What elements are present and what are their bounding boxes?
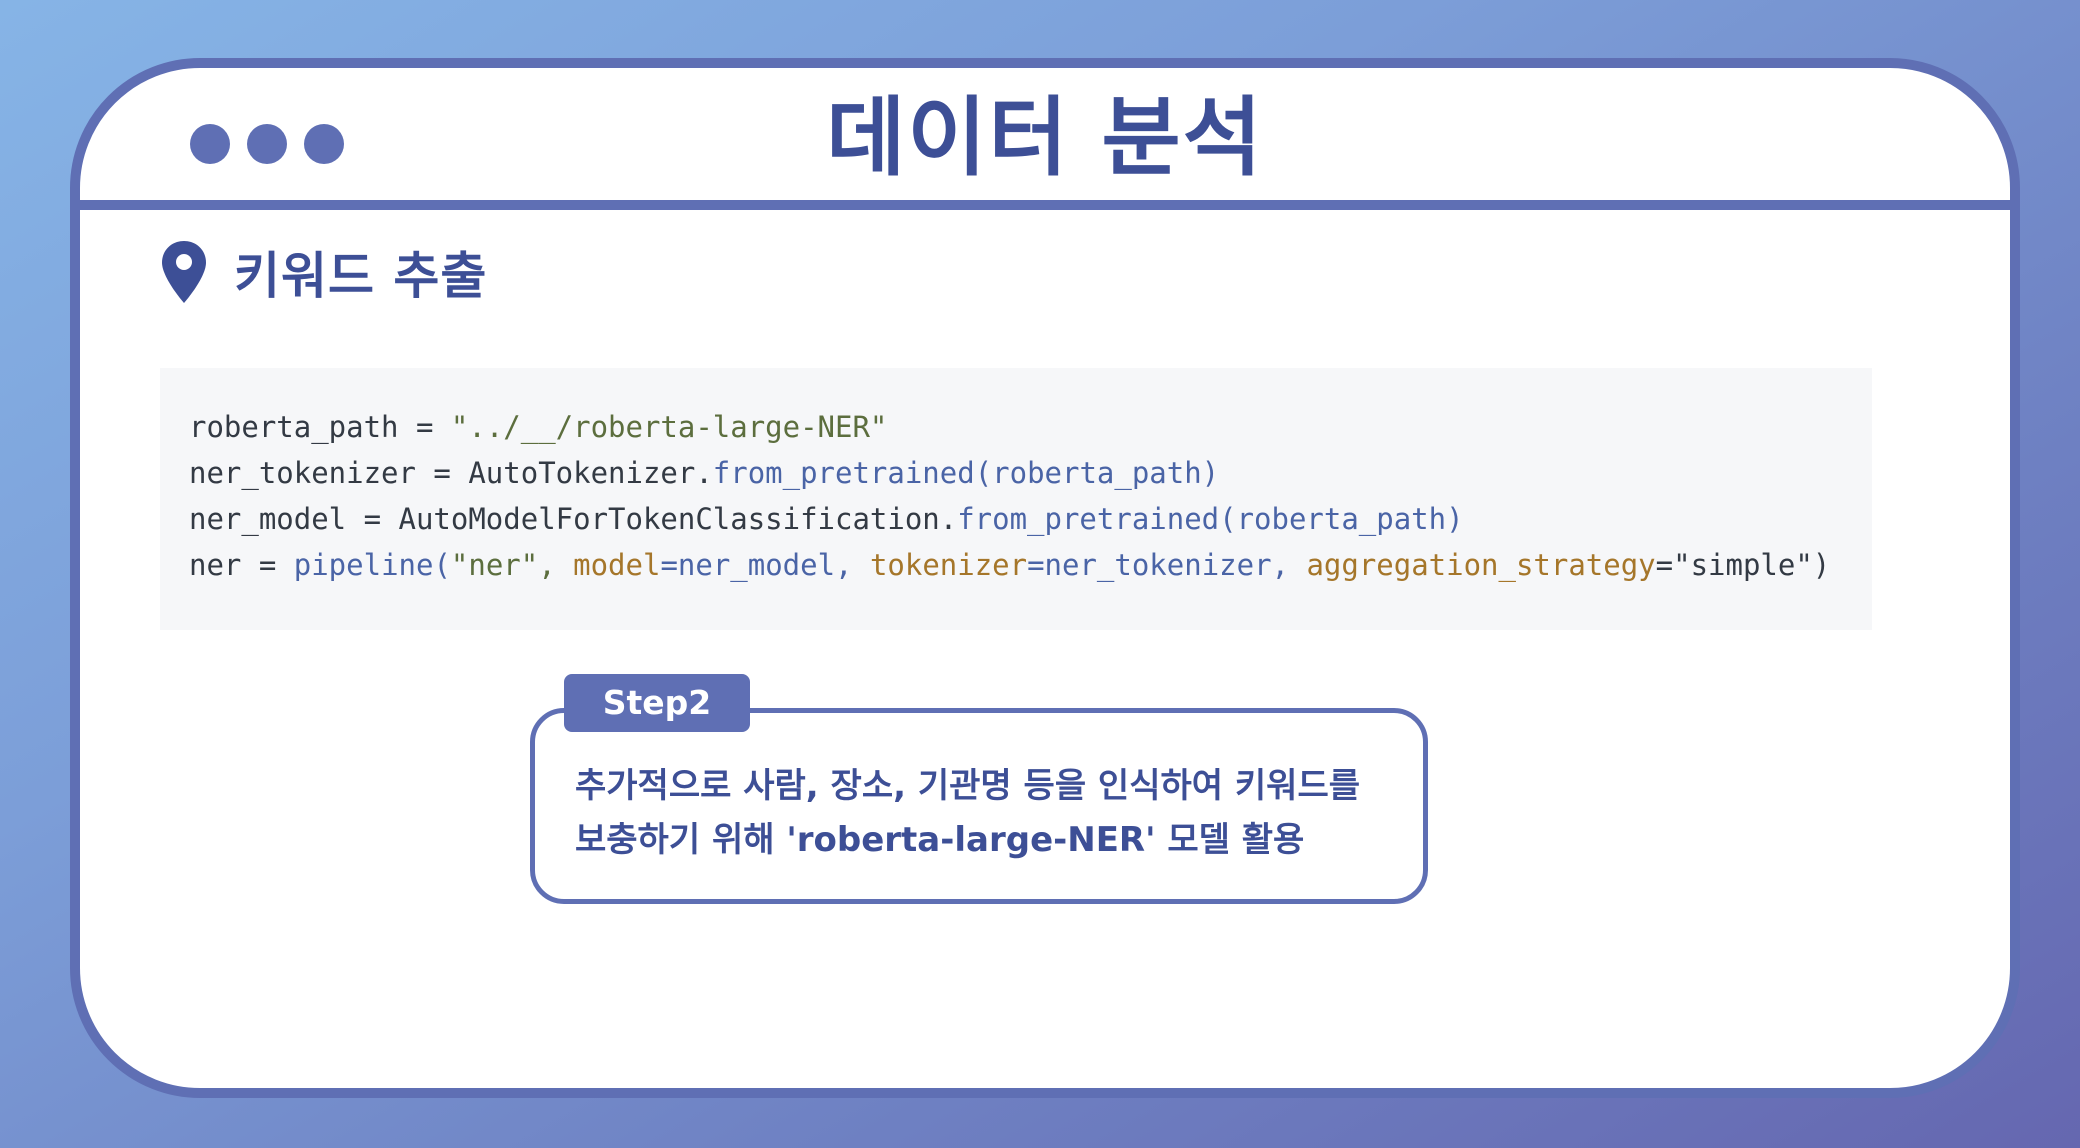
step-description-line: 보충하기 위해 'roberta-large-NER' 모델 활용 (575, 820, 1305, 860)
code-line: ner_model = AutoModelForTokenClassificat… (189, 496, 1872, 542)
code-string: "ner", (450, 548, 574, 582)
page-title: 데이터 분석 (826, 88, 1264, 188)
code-keyword: aggregation_strategy (1306, 548, 1656, 582)
code-text: =ner_tokenizer, (1027, 548, 1307, 582)
code-function: from_pretrained(roberta_path) (712, 456, 1220, 490)
code-function: from_pretrained(roberta_path) (957, 502, 1464, 536)
step-callout: 추가적으로 사람, 장소, 기관명 등을 인식하여 키워드를 보충하기 위해 '… (530, 708, 1428, 904)
code-block: roberta_path = "../__/roberta-large-NER"… (160, 368, 1872, 630)
code-text: ="simple") (1655, 548, 1831, 582)
section-title: 키워드 추출 (234, 247, 488, 305)
code-function: pipeline( (293, 548, 451, 582)
code-keyword: model (573, 548, 661, 582)
code-text: =ner_model, (660, 548, 870, 582)
code-text: ner_tokenizer = AutoTokenizer. (189, 456, 713, 490)
section-header: 키워드 추출 (160, 236, 487, 308)
step-label: Step2 (564, 674, 750, 732)
title-bar: 데이터 분석 (80, 68, 2010, 210)
code-line: ner = pipeline("ner", model=ner_model, t… (189, 542, 1872, 588)
code-keyword: tokenizer (869, 548, 1028, 582)
code-text: ner_model = AutoModelForTokenClassificat… (189, 502, 958, 536)
step-description-line: 추가적으로 사람, 장소, 기관명 등을 인식하여 키워드를 (575, 766, 1361, 806)
step-description: 추가적으로 사람, 장소, 기관명 등을 인식하여 키워드를 보충하기 위해 '… (575, 759, 1403, 867)
code-text: ner = (189, 548, 294, 582)
map-pin-icon (162, 241, 206, 303)
code-line: roberta_path = "../__/roberta-large-NER" (189, 404, 1872, 450)
code-text: roberta_path = (189, 410, 451, 444)
code-line: ner_tokenizer = AutoTokenizer.from_pretr… (189, 450, 1872, 496)
code-string: "../__/roberta-large-NER" (450, 410, 888, 444)
